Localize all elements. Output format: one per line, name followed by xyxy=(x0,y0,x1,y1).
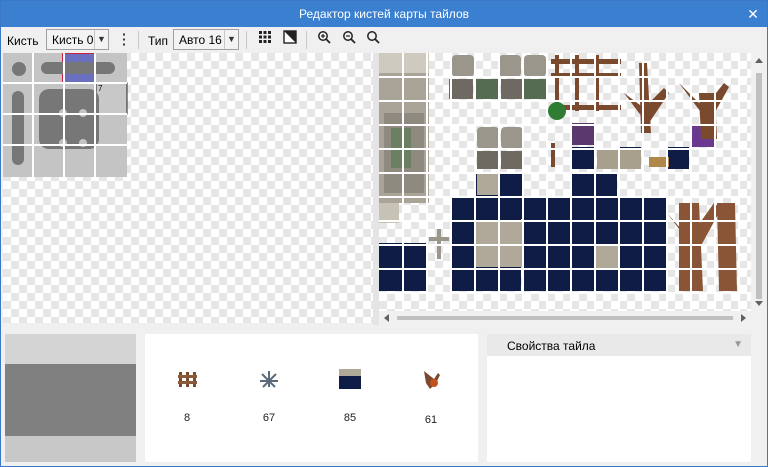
more-options-icon[interactable]: ⋮ xyxy=(114,30,134,50)
tile-preview xyxy=(5,334,136,462)
brush-label: Кисть xyxy=(7,34,39,48)
title-bar[interactable]: Редактор кистей карты тайлов ✕ xyxy=(1,1,767,27)
chevron-down-icon: ▼ xyxy=(224,30,238,49)
preview-mid-band xyxy=(5,364,136,436)
preview-top-band xyxy=(5,334,136,364)
half-fill-icon-glyph xyxy=(283,30,297,44)
tileset-view[interactable] xyxy=(379,53,751,311)
zoom-in-glyph xyxy=(318,31,331,44)
type-select[interactable]: Авто 16 ▼ xyxy=(173,29,239,50)
tileset-horizontal-scrollbar[interactable] xyxy=(379,311,751,325)
brush-editor-window: Редактор кистей карты тайлов ✕ Кисть Кис… xyxy=(0,0,768,467)
toolbar: Кисть Кисть 0 ▼ ⋮ Тип Авто 16 ▼ xyxy=(1,27,767,53)
type-select-value: Авто 16 xyxy=(179,33,222,47)
tile-properties-header[interactable]: Свойства тайла ▼ xyxy=(487,334,751,356)
variation-count: 85 xyxy=(343,412,357,424)
variation-count: 61 xyxy=(424,414,438,426)
brush-canvas[interactable]: 7 xyxy=(3,53,373,323)
dark-water-tile-icon xyxy=(339,369,361,389)
variation-item[interactable]: 8 xyxy=(167,369,207,424)
tileset-image xyxy=(379,53,751,311)
brush-pattern: 7 xyxy=(3,53,128,177)
type-label: Тип xyxy=(148,34,169,48)
zoom-reset-icon[interactable] xyxy=(363,30,383,50)
brush-select-value: Кисть 0 xyxy=(52,33,94,47)
scrollbar-arrows xyxy=(384,314,746,322)
brush-select[interactable]: Кисть 0 ▼ xyxy=(46,29,109,50)
zoom-reset-glyph xyxy=(367,31,380,44)
half-fill-icon[interactable] xyxy=(280,30,300,50)
variation-item[interactable]: 61 xyxy=(411,369,451,426)
brush-cell-number: 7 xyxy=(98,84,103,93)
variation-count: 67 xyxy=(262,412,276,424)
variation-item[interactable]: 67 xyxy=(249,369,289,424)
toolbar-separator xyxy=(246,31,247,49)
close-icon[interactable]: ✕ xyxy=(743,4,763,24)
tileset-vertical-scrollbar[interactable] xyxy=(751,53,767,311)
zoom-out-icon[interactable] xyxy=(339,30,359,50)
variation-item[interactable]: 85 xyxy=(330,369,370,424)
properties-scrollbar[interactable] xyxy=(751,334,767,462)
tile-properties-panel: Свойства тайла ▼ xyxy=(487,334,751,462)
toolbar-separator xyxy=(138,31,139,49)
dead-grass-tile-icon xyxy=(260,371,278,388)
grid-icon[interactable] xyxy=(255,30,275,50)
fence-tile-icon xyxy=(178,372,197,387)
dead-tree-tile-icon xyxy=(424,371,440,389)
zoom-out-glyph xyxy=(343,31,356,44)
window-title: Редактор кистей карты тайлов xyxy=(299,7,469,21)
tile-properties-title: Свойства тайла xyxy=(507,339,596,353)
zoom-in-icon[interactable] xyxy=(314,30,334,50)
collapse-icon[interactable]: ▼ xyxy=(733,339,743,350)
toolbar-separator xyxy=(306,31,307,49)
variation-count: 8 xyxy=(183,412,191,424)
scrollbar-arrows xyxy=(755,58,763,306)
chevron-down-icon: ▼ xyxy=(94,30,108,49)
grid-icon-glyph xyxy=(259,31,271,43)
tile-variations: 8 67 85 61 xyxy=(145,334,478,462)
